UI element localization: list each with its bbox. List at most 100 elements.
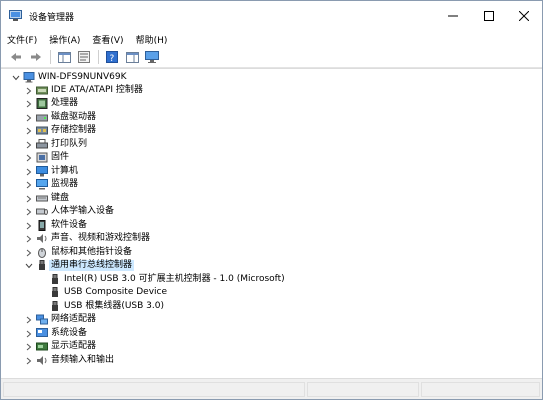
expand-chevron-icon[interactable]	[24, 329, 33, 338]
category-label: 处理器	[51, 98, 79, 108]
expand-chevron-icon[interactable]	[24, 342, 33, 351]
expand-chevron-icon[interactable]	[24, 99, 33, 108]
help-button[interactable]: ?	[104, 49, 120, 65]
category-label: 显示适配器	[51, 341, 97, 351]
audio-icon	[37, 234, 47, 243]
category-label: 音频输入和输出	[51, 355, 115, 365]
category-label: 磁盘驱动器	[51, 112, 97, 122]
properties-icon	[78, 51, 90, 63]
toolbar: ?	[1, 47, 542, 68]
display-adapter-icon	[36, 342, 48, 351]
device-label: Intel(R) USB 3.0 可扩展主机控制器 - 1.0 (Microso…	[64, 274, 285, 284]
status-segment	[307, 382, 419, 397]
svg-text:?: ?	[110, 54, 115, 63]
processor-icon	[36, 98, 48, 109]
storage-controller-icon	[36, 126, 48, 135]
audio-io-icon	[37, 356, 47, 365]
device-manager-window: 设备管理器 文件(F) 操作(A) 查看(V) 帮助(H) ? WIN-DFS9…	[0, 0, 543, 400]
computer-icon	[23, 72, 35, 83]
menu-bar: 文件(F) 操作(A) 查看(V) 帮助(H)	[1, 31, 542, 47]
show-hide-tree-button[interactable]	[56, 49, 72, 65]
category-label: 固件	[51, 152, 70, 162]
category-label: 打印队列	[51, 139, 88, 149]
show-hide-tree-icon	[57, 51, 71, 63]
computer-icon	[36, 166, 48, 177]
category-label: 软件设备	[51, 220, 88, 230]
category-label: 键盘	[51, 193, 70, 203]
expand-chevron-icon[interactable]	[24, 315, 33, 324]
status-segment	[421, 382, 540, 397]
printer-icon	[36, 139, 48, 149]
mouse-icon	[38, 248, 46, 258]
close-button[interactable]	[506, 1, 542, 31]
firmware-icon	[36, 152, 48, 163]
expand-chevron-icon[interactable]	[24, 86, 33, 95]
usb-device-icon	[52, 274, 58, 284]
category-label: 存储控制器	[51, 125, 97, 135]
usb-icon	[39, 260, 45, 270]
help-icon: ?	[106, 51, 118, 63]
title-bar[interactable]: 设备管理器	[1, 1, 542, 31]
menu-help[interactable]: 帮助(H)	[136, 33, 168, 46]
menu-view[interactable]: 查看(V)	[92, 33, 123, 46]
expand-chevron-icon[interactable]	[24, 194, 33, 203]
device-label: USB Composite Device	[64, 287, 168, 297]
device-label: USB 根集线器(USB 3.0)	[64, 301, 165, 311]
expand-chevron-icon[interactable]	[24, 167, 33, 176]
category-label: 通用串行总线控制器	[49, 260, 135, 271]
expand-chevron-icon[interactable]	[24, 234, 33, 243]
category-label: 监视器	[51, 179, 79, 189]
minimize-icon	[448, 15, 458, 17]
usb-device-icon	[52, 287, 58, 297]
category-label: 网络适配器	[51, 314, 97, 324]
usb-device-icon	[52, 301, 58, 311]
view-panel-icon	[125, 51, 139, 63]
status-segment	[3, 382, 305, 397]
tree-root-label: WIN-DFS9NUNV69K	[38, 72, 127, 82]
software-device-icon	[38, 220, 46, 231]
close-icon	[519, 11, 529, 21]
expand-chevron-icon[interactable]	[24, 113, 33, 122]
menu-file[interactable]: 文件(F)	[7, 33, 37, 46]
system-device-icon	[36, 328, 48, 337]
back-arrow-icon	[11, 53, 21, 61]
expand-chevron-icon[interactable]	[24, 140, 33, 149]
ide-controller-icon	[36, 86, 48, 95]
window-title: 设备管理器	[29, 13, 75, 23]
device-tree[interactable]: WIN-DFS9NUNV69K IDE ATA/ATAPI 控制器 处理器 磁盘…	[1, 68, 542, 379]
hid-icon	[36, 208, 48, 215]
view-panel-button[interactable]	[124, 49, 140, 65]
monitor-icon	[36, 179, 48, 190]
collapse-chevron-icon[interactable]	[11, 73, 20, 82]
category-label: 鼠标和其他指针设备	[51, 247, 133, 257]
scan-hardware-button[interactable]	[144, 49, 160, 65]
expand-chevron-icon[interactable]	[24, 207, 33, 216]
forward-button[interactable]	[28, 49, 44, 65]
category-label: IDE ATA/ATAPI 控制器	[51, 85, 143, 95]
collapse-chevron-icon[interactable]	[24, 261, 33, 270]
minimize-button[interactable]	[435, 1, 471, 31]
maximize-icon	[484, 11, 494, 21]
category-label: 人体学输入设备	[51, 206, 115, 216]
toolbar-separator	[98, 50, 99, 64]
monitor-icon	[145, 51, 159, 63]
back-button[interactable]	[8, 49, 24, 65]
keyboard-icon	[36, 195, 48, 202]
expand-chevron-icon[interactable]	[24, 221, 33, 230]
maximize-button[interactable]	[471, 1, 507, 31]
expand-chevron-icon[interactable]	[24, 248, 33, 257]
properties-button[interactable]	[76, 49, 92, 65]
disk-drive-icon	[36, 114, 48, 122]
category-label: 计算机	[51, 166, 79, 176]
expand-chevron-icon[interactable]	[24, 126, 33, 135]
toolbar-separator	[50, 50, 51, 64]
expand-chevron-icon[interactable]	[24, 153, 33, 162]
network-adapter-icon	[36, 314, 48, 325]
category-label: 声音、视频和游戏控制器	[51, 233, 151, 243]
menu-action[interactable]: 操作(A)	[49, 33, 80, 46]
status-bar	[1, 378, 542, 399]
expand-chevron-icon[interactable]	[24, 180, 33, 189]
category-label: 系统设备	[51, 328, 88, 338]
expand-chevron-icon[interactable]	[24, 356, 33, 365]
forward-arrow-icon	[31, 53, 41, 61]
